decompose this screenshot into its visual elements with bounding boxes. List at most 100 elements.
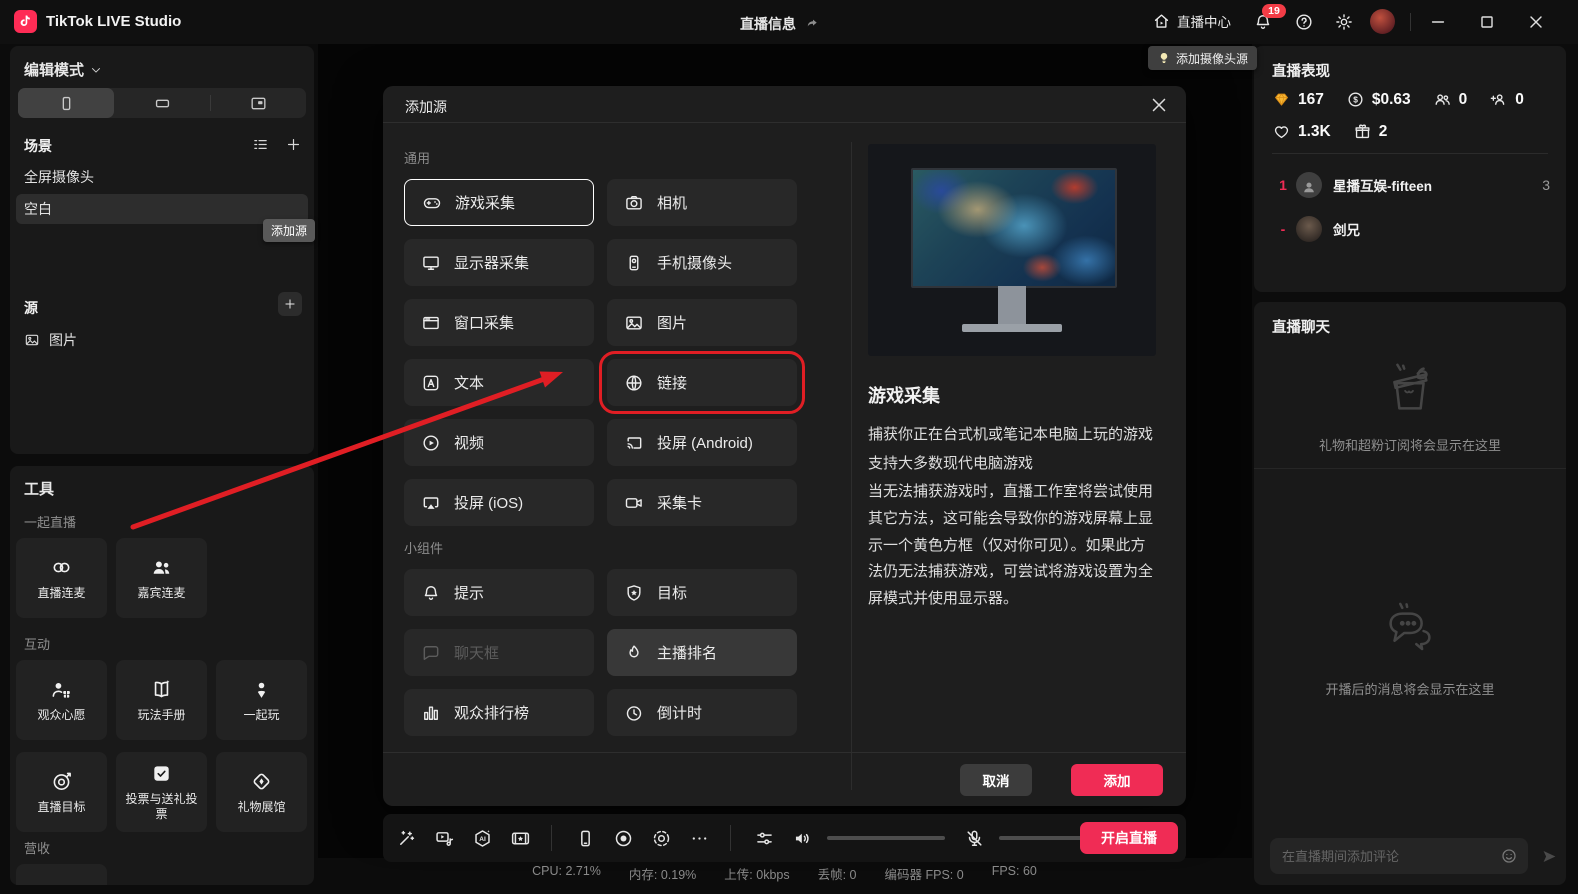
source-option-label: 采集卡 (657, 492, 702, 513)
source-option-game-capture[interactable]: 游戏采集 (404, 179, 594, 226)
scene-add-icon[interactable] (285, 136, 302, 153)
layout-option-landscape[interactable] (114, 88, 210, 118)
start-live-button[interactable]: 开启直播 (1080, 822, 1178, 854)
modal-vertical-divider (851, 142, 852, 790)
live-info-label: 直播信息 (740, 14, 796, 34)
tool-tile-guest-match[interactable]: 嘉宾连麦 (116, 538, 207, 618)
help-icon[interactable] (1294, 12, 1314, 32)
stat-diamonds: 167 (1272, 90, 1324, 109)
title-bar: TikTok LIVE Studio 直播信息 直播中心 19 (0, 0, 1578, 44)
tools-section-label: 一起直播 (24, 512, 76, 531)
notification-badge: 19 (1262, 4, 1286, 18)
add-button[interactable]: 添加 (1071, 764, 1163, 796)
minimize-button[interactable] (1428, 12, 1448, 32)
status-bar: CPU: 2.71%内存: 0.19%上传: 0kbps丢帧: 0编码器 FPS… (383, 864, 1186, 883)
source-option-window-capture[interactable]: 窗口采集 (404, 299, 594, 346)
modal-close-icon[interactable] (1148, 94, 1170, 116)
source-option-video[interactable]: 视频 (404, 419, 594, 466)
tool-tile-play-together[interactable]: 一起玩 (216, 660, 307, 740)
layout-option-portrait[interactable] (18, 88, 114, 118)
scene-item-0[interactable]: 全屏摄像头 (16, 162, 308, 192)
tool-tile-vote-gift[interactable]: 投票与送礼投票 (116, 752, 207, 832)
source-option-link[interactable]: 链接 (607, 359, 797, 406)
add-source-tooltip: 添加源 (263, 219, 315, 242)
stat-value: $0.63 (1372, 91, 1411, 109)
close-button[interactable] (1526, 12, 1546, 32)
source-option-label: 聊天框 (454, 642, 499, 663)
speaker-button[interactable] (787, 823, 817, 853)
tool-tile-live-match[interactable]: 直播连麦 (16, 538, 107, 618)
source-option-camera[interactable]: 相机 (607, 179, 797, 226)
phone-icon (575, 828, 596, 849)
share-icon[interactable] (804, 16, 820, 32)
monitor-game-screen (911, 168, 1117, 288)
tool-tile-label: 玩法手册 (133, 708, 189, 723)
tool-tile-playbook[interactable]: 玩法手册 (116, 660, 207, 740)
toolbar-ai-button[interactable]: AI (467, 823, 497, 853)
phone-cam-icon (624, 253, 644, 273)
chat-input[interactable] (1270, 849, 1500, 864)
live-center-button[interactable]: 直播中心 (1152, 11, 1231, 31)
avatar[interactable] (1370, 9, 1395, 34)
toolbar-phone-mirror-button[interactable] (570, 823, 600, 853)
stat-gifts: 2 (1353, 122, 1388, 141)
add-camera-source-tooltip: 添加摄像头源 (1148, 46, 1257, 70)
source-option-cast-android[interactable]: 投屏 (Android) (607, 419, 797, 466)
mic-mute-button[interactable] (959, 823, 989, 853)
svg-text:AI: AI (479, 835, 486, 842)
edit-mode-label: 编辑模式 (24, 59, 84, 80)
toolbar-more-button[interactable] (684, 823, 714, 853)
toolbar-frame-effects-button[interactable] (505, 823, 535, 853)
source-option-alerts[interactable]: 提示 (404, 569, 594, 616)
status-item: 编码器 FPS: 0 (885, 864, 964, 883)
edit-mode-dropdown[interactable]: 编辑模式 (24, 59, 103, 80)
live-info-tab[interactable]: 直播信息 (740, 14, 820, 34)
tool-tile-revenue-partial[interactable] (16, 864, 107, 885)
viewer-row-0[interactable]: 1星播互娱-fifteen3 (1254, 164, 1566, 206)
source-option-phone-camera[interactable]: 手机摄像头 (607, 239, 797, 286)
performance-panel: 直播表现 167$$0.6300 1.3K2 1星播互娱-fifteen3-剑兄 (1254, 46, 1566, 292)
tool-tile-live-goal[interactable]: 直播目标 (16, 752, 107, 832)
scene-list-icon[interactable] (252, 136, 269, 153)
film-star-icon (510, 828, 531, 849)
source-item-image[interactable]: 图片 (24, 330, 77, 350)
source-option-display-capture[interactable]: 显示器采集 (404, 239, 594, 286)
tiktok-note-icon (17, 13, 34, 30)
source-option-cast-ios[interactable]: 投屏 (iOS) (404, 479, 594, 526)
toolbar-virtual-camera-button[interactable] (646, 823, 676, 853)
add-source-button[interactable] (278, 292, 302, 316)
viewer-count: 3 (1542, 177, 1550, 193)
tool-tile-label: 投票与送礼投票 (116, 792, 207, 822)
gear-icon[interactable] (1334, 12, 1354, 32)
source-option-streamer-rank[interactable]: 主播排名 (607, 629, 797, 676)
source-option-goal[interactable]: 目标 (607, 569, 797, 616)
toolbar-record-button[interactable] (608, 823, 638, 853)
maximize-button[interactable] (1477, 12, 1497, 32)
source-option-image[interactable]: 图片 (607, 299, 797, 346)
scene-item-label: 全屏摄像头 (24, 167, 94, 187)
source-option-label: 文本 (454, 372, 484, 393)
send-icon[interactable] (1540, 847, 1559, 866)
source-option-viewer-leaderboard[interactable]: 观众排行榜 (404, 689, 594, 736)
toolbar-media-button[interactable] (429, 823, 459, 853)
source-option-capture-card[interactable]: 采集卡 (607, 479, 797, 526)
speaker-volume-slider[interactable] (827, 836, 945, 840)
layout-option-pip[interactable] (210, 88, 306, 118)
viewer-row-1[interactable]: -剑兄 (1254, 208, 1566, 250)
chevron-down-icon (89, 63, 103, 77)
tool-tile-audience-wish[interactable]: 观众心愿 (16, 660, 107, 740)
source-option-countdown[interactable]: 倒计时 (607, 689, 797, 736)
app-title: TikTok LIVE Studio (46, 13, 181, 30)
cancel-button[interactable]: 取消 (960, 764, 1032, 796)
stat-likes: 1.3K (1272, 122, 1331, 141)
source-option-text[interactable]: 文本 (404, 359, 594, 406)
tool-tile-gift-hall[interactable]: 礼物展馆 (216, 752, 307, 832)
status-item: FPS: 60 (992, 864, 1037, 883)
audio-mixer-button[interactable] (749, 823, 779, 853)
goal-icon (50, 770, 73, 793)
emoji-icon[interactable] (1500, 847, 1518, 865)
window-icon (421, 313, 441, 333)
phone-portrait-icon (57, 94, 76, 113)
toolbar-effects-button[interactable] (391, 823, 421, 853)
toolbar-divider (730, 825, 731, 851)
